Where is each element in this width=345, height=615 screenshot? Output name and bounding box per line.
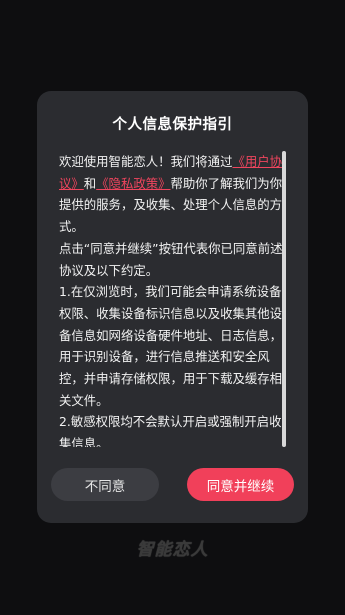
app-brand-watermark: 智能恋人 <box>136 540 209 560</box>
intro-paragraph: 欢迎使用智能恋人！我们将通过《用户协议》和《隐私政策》帮助你了解我们为你提供的服… <box>59 151 287 238</box>
content-scrollbar[interactable] <box>282 151 286 447</box>
privacy-policy-link[interactable]: 《隐私政策》 <box>96 176 170 191</box>
consent-paragraph: 点击“同意并继续”按钮代表你已同意前述协议及以下约定。 <box>59 240 283 278</box>
privacy-dialog: 个人信息保护指引 欢迎使用智能恋人！我们将通过《用户协议》和《隐私政策》帮助你了… <box>37 91 308 523</box>
screen: 个人信息保护指引 欢迎使用智能恋人！我们将通过《用户协议》和《隐私政策》帮助你了… <box>0 0 345 615</box>
disagree-button[interactable]: 不同意 <box>51 468 159 501</box>
and-text: 和 <box>83 175 97 191</box>
dialog-content[interactable]: 欢迎使用智能恋人！我们将通过《用户协议》和《隐私政策》帮助你了解我们为你提供的服… <box>59 151 287 447</box>
permissions-paragraph: 1.在仅浏览时，我们可能会申请系统设备权限、收集设备标识信息以及收集其他设备信息… <box>59 284 283 408</box>
intro-prefix: 欢迎使用智能恋人！我们将通过 <box>59 154 233 169</box>
dialog-title: 个人信息保护指引 <box>112 117 233 133</box>
sensitive-permissions-paragraph: 2.敏感权限均不会默认开启或强制开启收集信息。 <box>59 414 282 447</box>
agree-continue-button[interactable]: 同意并继续 <box>187 468 294 501</box>
